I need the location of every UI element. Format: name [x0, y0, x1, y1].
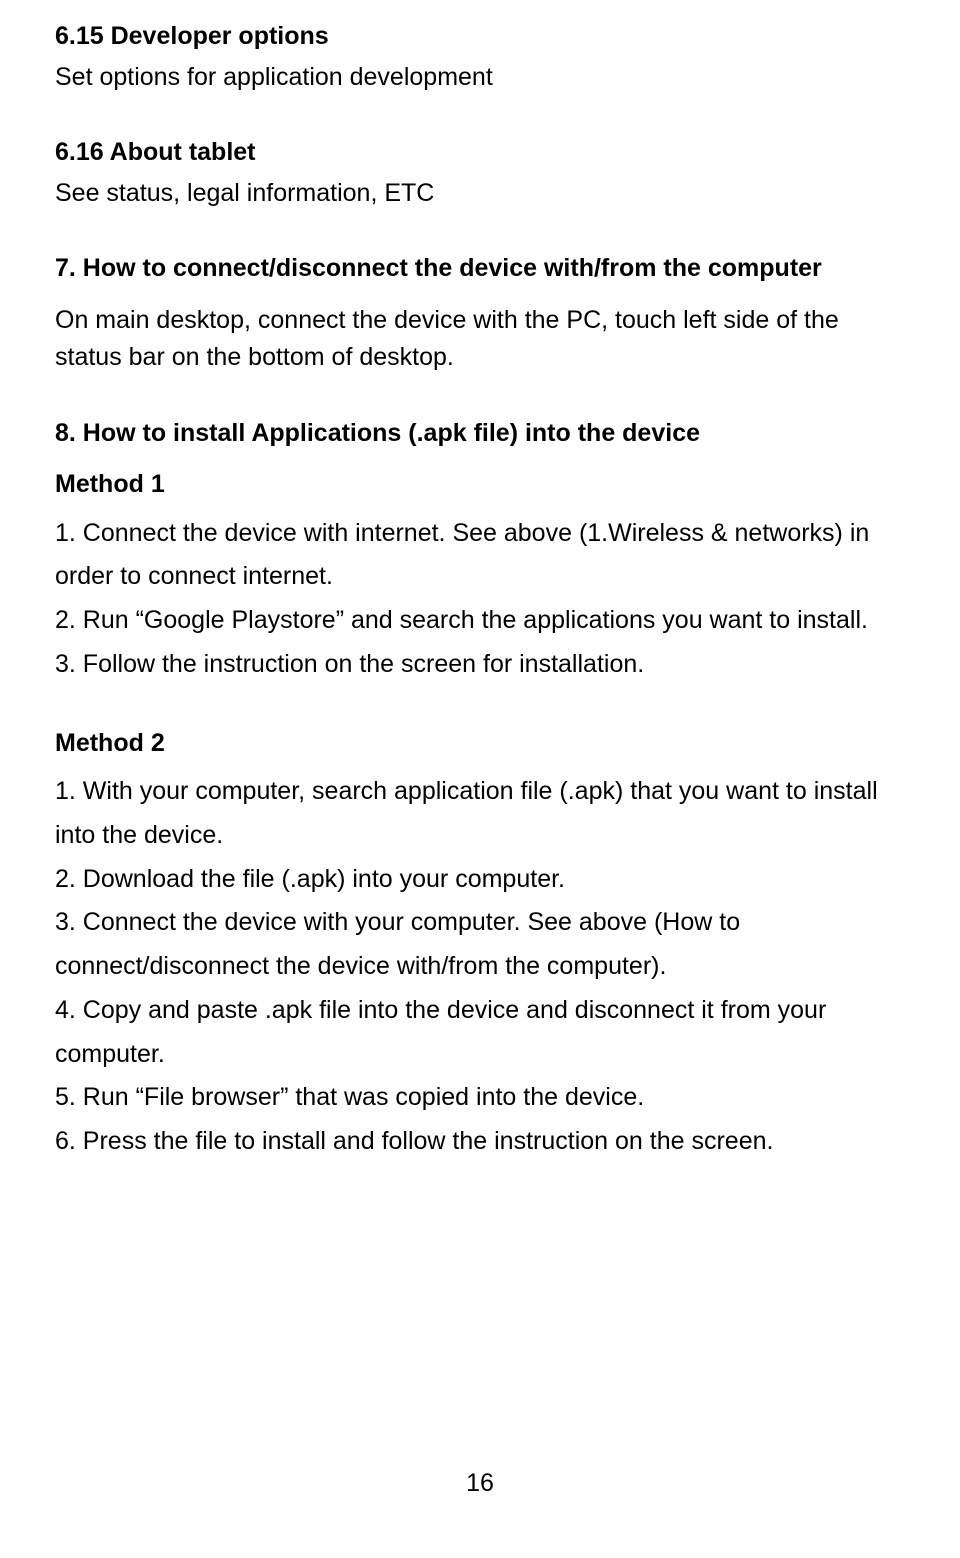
method-1-steps: 1. Connect the device with internet. See… [55, 512, 905, 687]
heading-6-15: 6.15 Developer options [55, 18, 905, 56]
text-7: On main desktop, connect the device with… [55, 302, 905, 377]
method-2-step-3: 3. Connect the device with your computer… [55, 901, 905, 989]
heading-6-16: 6.16 About tablet [55, 134, 905, 172]
method-2-step-6: 6. Press the file to install and follow … [55, 1120, 905, 1164]
text-6-15: Set options for application development [55, 59, 905, 97]
method-2-step-5: 5. Run “File browser” that was copied in… [55, 1076, 905, 1120]
text-6-16: See status, legal information, ETC [55, 175, 905, 213]
heading-method-2: Method 2 [55, 725, 905, 763]
heading-method-1: Method 1 [55, 466, 905, 504]
method-1-step-1: 1. Connect the device with internet. See… [55, 512, 905, 600]
method-2-step-2: 2. Download the file (.apk) into your co… [55, 858, 905, 902]
method-2-steps: 1. With your computer, search applicatio… [55, 770, 905, 1164]
heading-7: 7. How to connect/disconnect the device … [55, 250, 905, 288]
heading-8: 8. How to install Applications (.apk fil… [55, 415, 905, 453]
method-2-step-1: 1. With your computer, search applicatio… [55, 770, 905, 858]
page-number: 16 [0, 1469, 960, 1498]
method-1-step-3: 3. Follow the instruction on the screen … [55, 643, 905, 687]
method-2-step-4: 4. Copy and paste .apk file into the dev… [55, 989, 905, 1077]
method-1-step-2: 2. Run “Google Playstore” and search the… [55, 599, 905, 643]
